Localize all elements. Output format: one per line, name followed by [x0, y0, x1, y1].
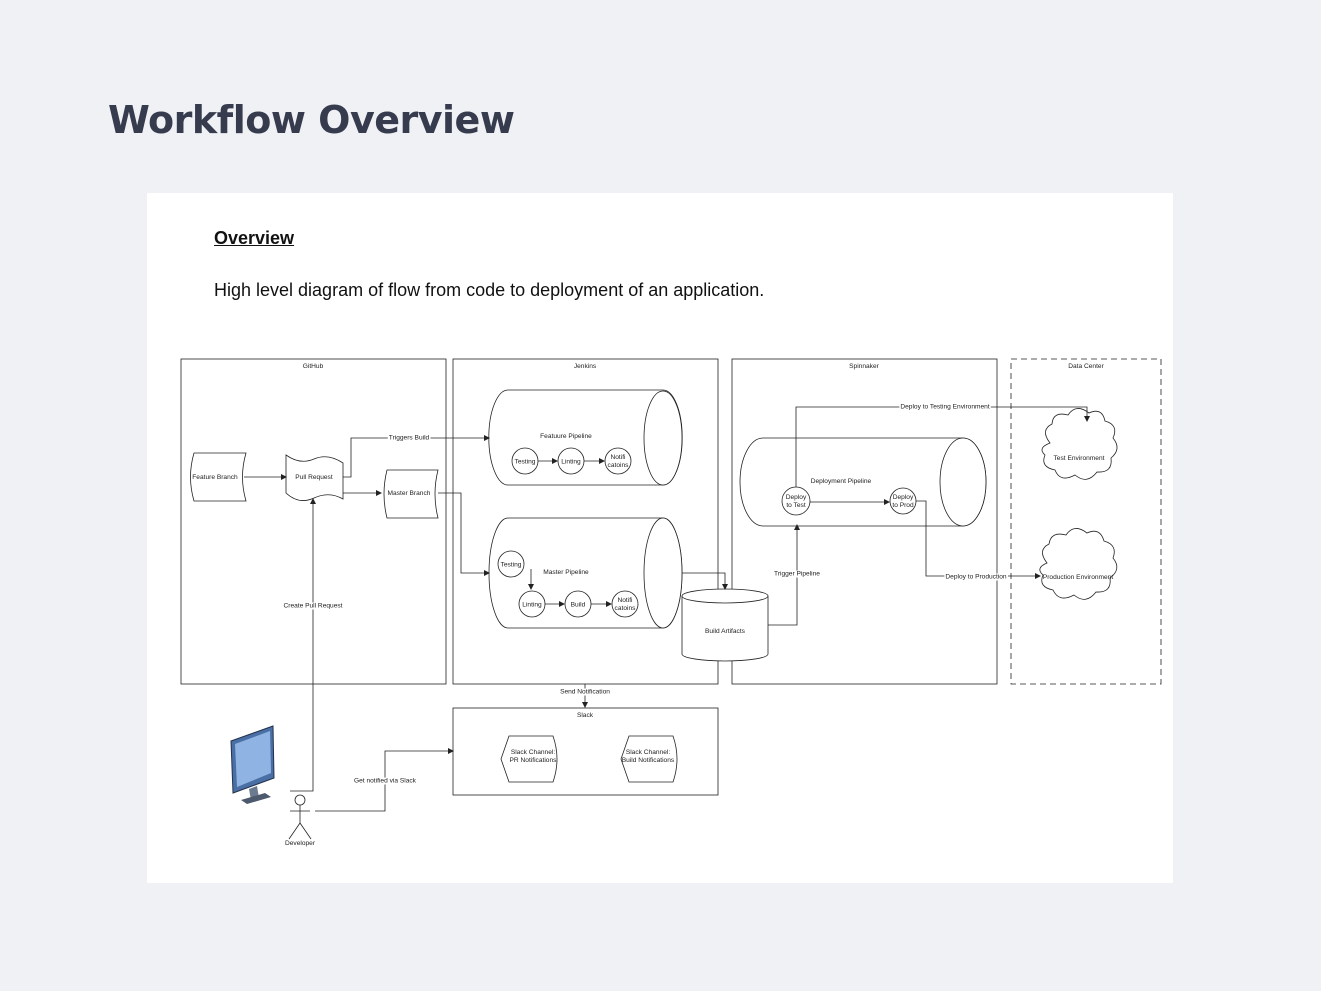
deploy-to-prod-label-1: Deploy	[893, 494, 914, 501]
test-environment-cloud: Test Environment	[1041, 408, 1118, 480]
feature-testing-node: Testing	[511, 447, 539, 475]
production-environment-cloud: Production Environment	[1039, 528, 1118, 600]
master-notifications-node: Notifi catoins	[611, 590, 639, 618]
build-artifacts-label: Build Artifacts	[705, 628, 746, 635]
page-title: Workflow Overview	[108, 98, 515, 142]
build-artifacts-node: Build Artifacts	[681, 588, 769, 662]
slack-build-label-1: Slack Channel:	[626, 749, 671, 756]
feature-notifications-label-2: catoins	[608, 462, 630, 469]
feature-pipeline-cylinder: Featuure Pipeline Testing Linting Notifi…	[488, 389, 683, 486]
edge-send-notification-label: Send Notification	[560, 689, 610, 696]
deploy-to-prod-label-2: to Prod	[892, 502, 914, 509]
master-pipeline-cylinder: Master Pipeline Testing Linting Build No…	[488, 517, 683, 629]
master-build-node: Build	[564, 590, 592, 618]
feature-branch-label: Feature Branch	[192, 474, 238, 481]
data-center-container: Data Center	[1010, 358, 1162, 685]
github-container: GitHub	[180, 358, 447, 685]
deployment-pipeline-cylinder: Deployment Pipeline Deploy to Test Deplo…	[739, 437, 987, 527]
pull-request-node: Pull Request	[285, 454, 344, 501]
jenkins-label: Jenkins	[574, 363, 597, 370]
github-label: GitHub	[303, 363, 324, 370]
developer-actor: Developer	[285, 794, 316, 847]
slack-build-channel-node: Slack Channel: Build Notifications	[620, 735, 678, 783]
deploy-to-test-label-2: to Test	[786, 502, 805, 509]
feature-testing-label: Testing	[515, 459, 536, 466]
master-notifications-label-1: Notifi	[617, 597, 633, 604]
edge-create-pr-label: Create Pull Request	[283, 603, 342, 610]
deploy-to-test-node: Deploy to Test	[781, 486, 811, 516]
deployment-pipeline-label: Deployment Pipeline	[811, 478, 872, 485]
test-environment-label: Test Environment	[1054, 455, 1105, 462]
slack-pr-label-1: Slack Channel:	[511, 749, 556, 756]
feature-branch-node: Feature Branch	[190, 452, 247, 502]
edge-triggers-build-label: Triggers Build	[389, 435, 430, 442]
content-card: Overview High level diagram of flow from…	[147, 193, 1173, 883]
slack-label: Slack	[577, 712, 594, 719]
spinnaker-label: Spinnaker	[849, 363, 879, 370]
feature-pipeline-label: Featuure Pipeline	[540, 433, 592, 440]
developer-label: Developer	[285, 840, 316, 847]
feature-notifications-node: Notifi catoins	[604, 447, 632, 475]
master-testing-node: Testing	[497, 550, 525, 578]
slack-pr-channel-node: Slack Channel: PR Notifications	[500, 735, 558, 783]
master-pipeline-label: Master Pipeline	[543, 569, 589, 576]
deploy-to-prod-node: Deploy to Prod	[889, 487, 917, 515]
master-linting-node: Linting	[518, 590, 546, 618]
feature-linting-node: Linting	[557, 447, 585, 475]
master-notifications-label-2: catoins	[615, 605, 637, 612]
feature-notifications-label-1: Notifi	[610, 454, 626, 461]
deploy-to-test-label-1: Deploy	[786, 494, 807, 501]
edge-trigger-pipeline-label: Trigger Pipeline	[774, 571, 820, 578]
slack-pr-label-2: PR Notifications	[510, 757, 558, 764]
edge-get-notified-label: Get notified via Slack	[354, 778, 417, 785]
master-branch-node: Master Branch	[383, 469, 439, 519]
pull-request-label: Pull Request	[295, 474, 333, 481]
monitor-icon	[230, 710, 275, 804]
slack-container: Slack	[452, 707, 719, 796]
workflow-diagram: GitHub Jenkins Spinnaker Data Center Sla…	[180, 358, 1162, 847]
feature-linting-label: Linting	[561, 459, 581, 466]
master-branch-label: Master Branch	[388, 490, 431, 497]
data-center-label: Data Center	[1068, 363, 1104, 370]
master-linting-label: Linting	[522, 602, 542, 609]
edge-deploy-testing-label: Deploy to Testing Environment	[900, 404, 989, 411]
slack-build-label-2: Build Notifications	[622, 757, 675, 764]
master-build-label: Build	[571, 602, 586, 609]
production-environment-label: Production Environment	[1043, 574, 1114, 581]
edge-deploy-production-label: Deploy to Production	[945, 574, 1007, 581]
master-testing-label: Testing	[501, 562, 522, 569]
